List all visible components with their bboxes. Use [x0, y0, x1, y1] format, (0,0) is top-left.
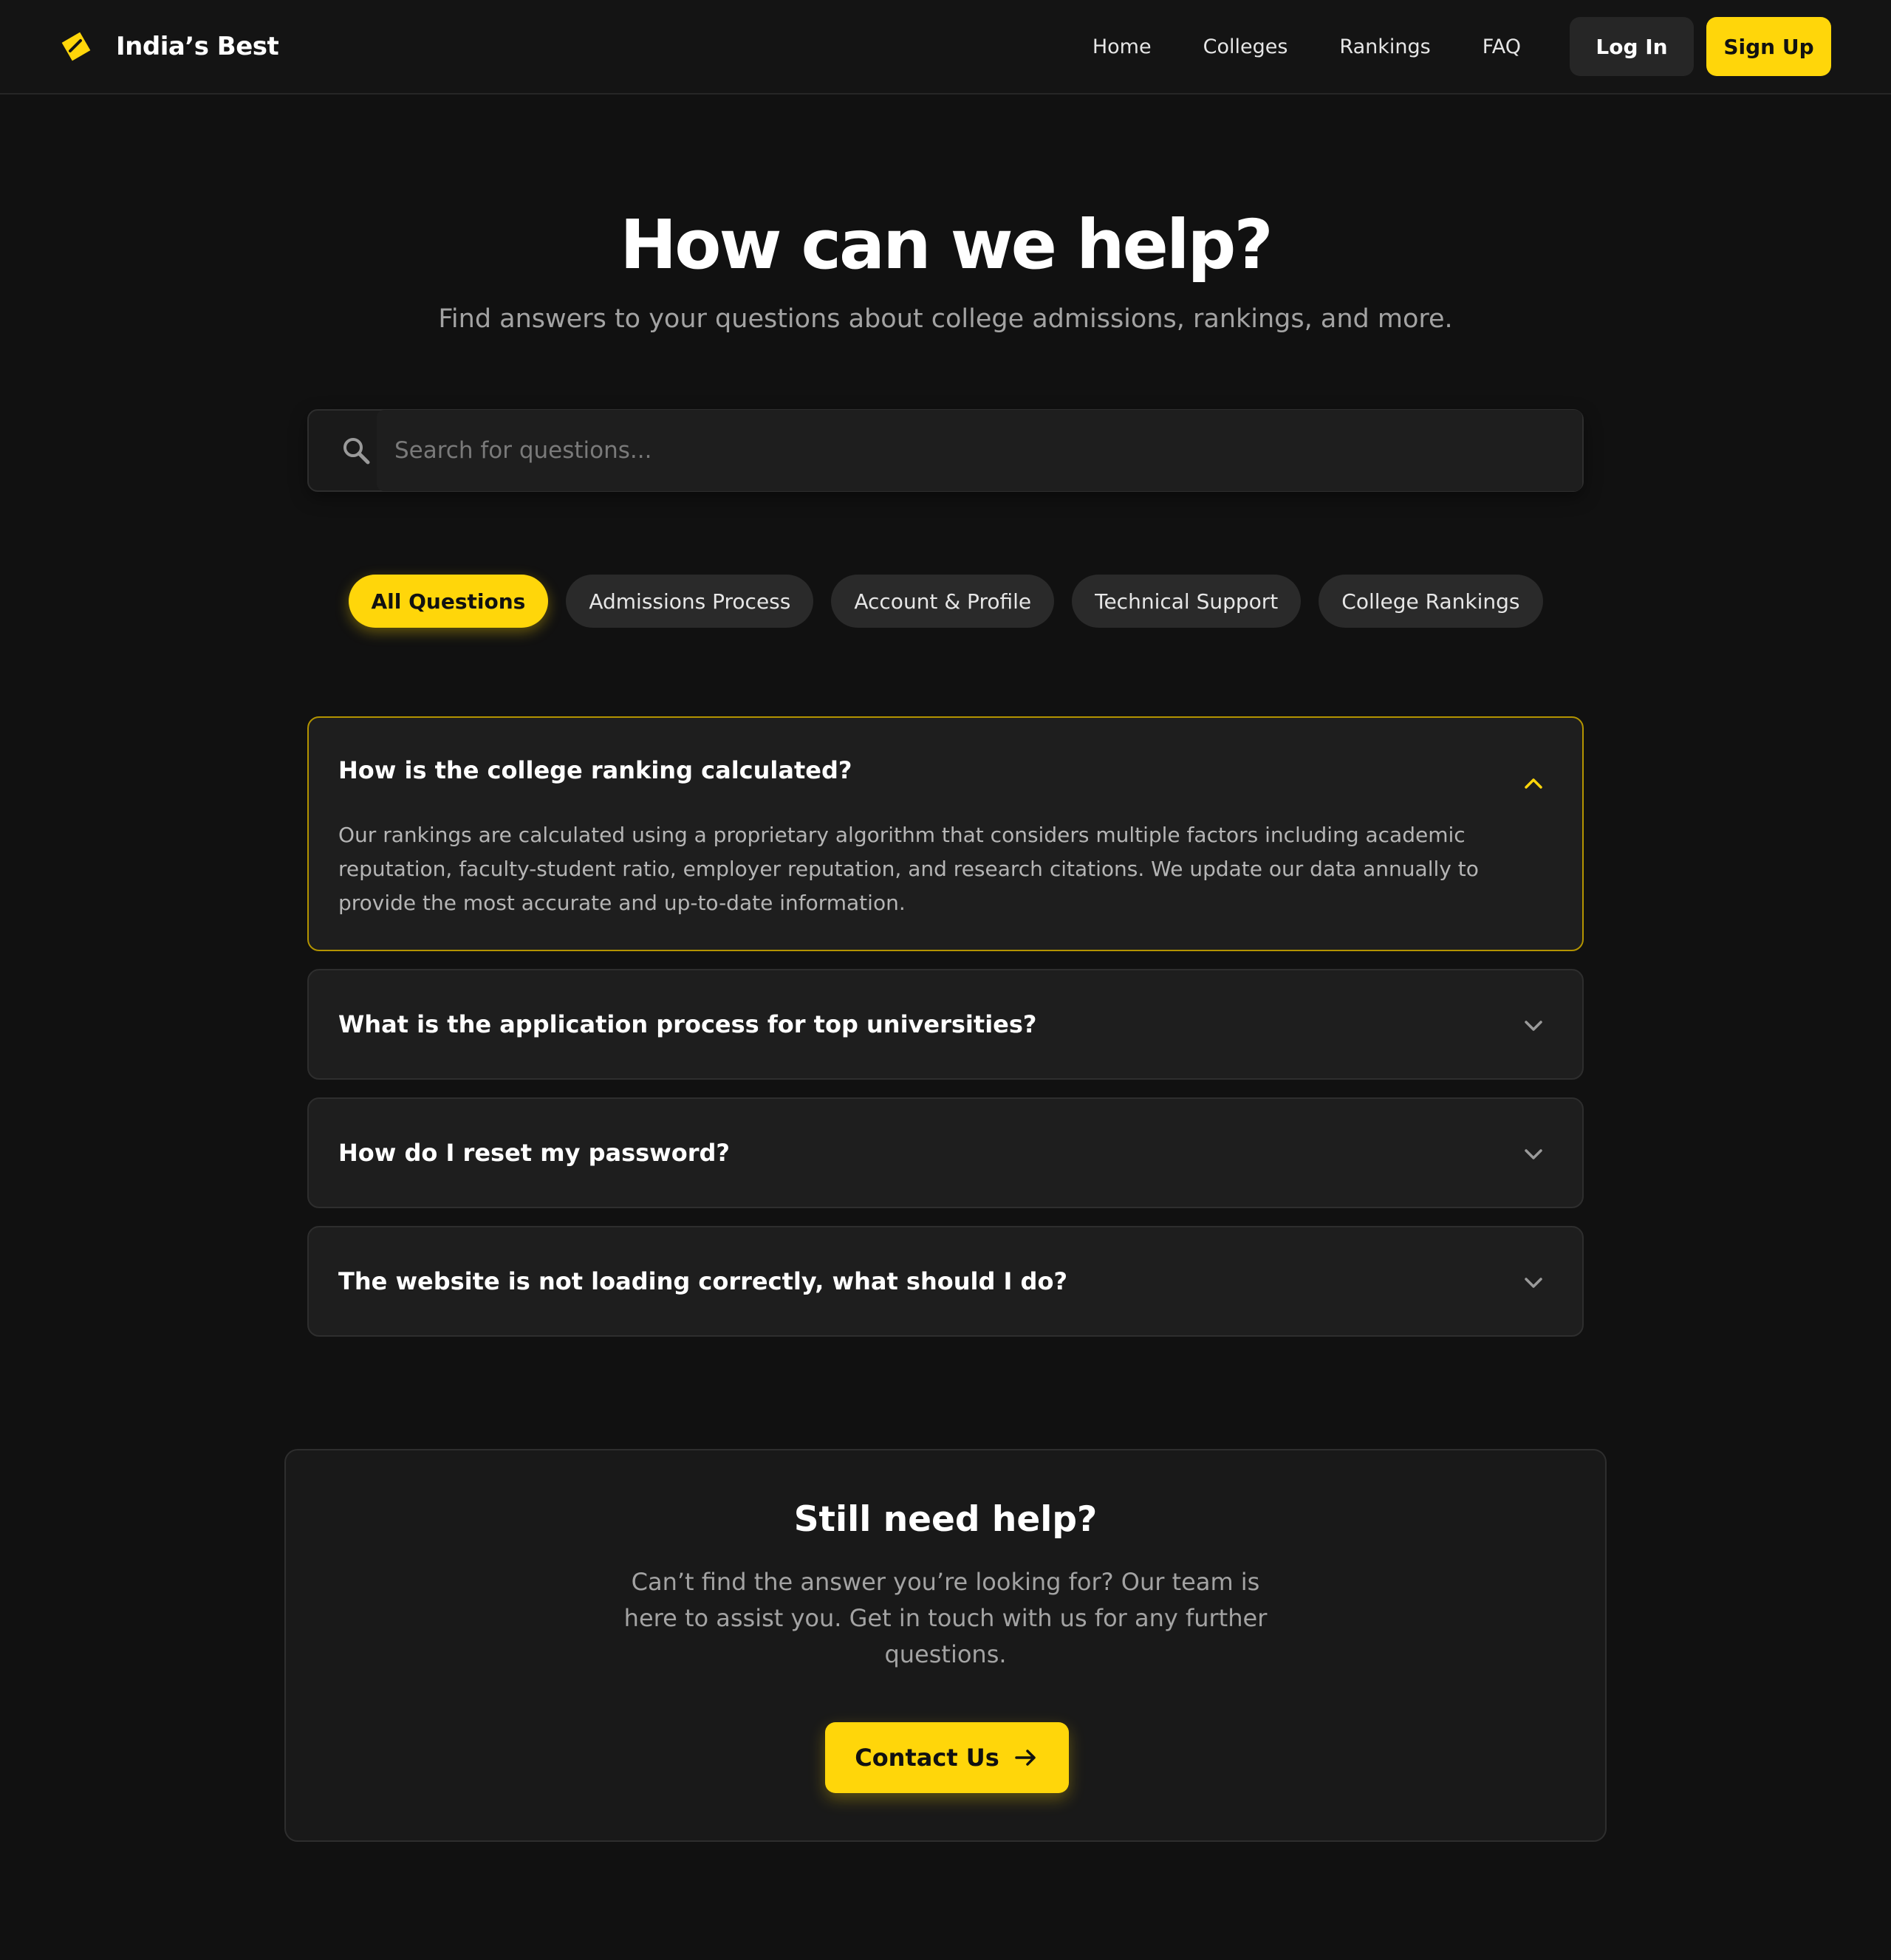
nav-home[interactable]: Home	[1092, 35, 1152, 58]
login-button[interactable]: Log In	[1570, 17, 1694, 76]
faq-list: How is the college ranking calculated? O…	[307, 716, 1584, 1354]
nav-faq[interactable]: FAQ	[1483, 35, 1521, 58]
faq-question[interactable]: What is the application process for top …	[309, 970, 1582, 1078]
faq-item-password[interactable]: How do I reset my password?	[307, 1097, 1584, 1208]
category-filters: All Questions Admissions Process Account…	[0, 575, 1891, 628]
top-navbar: India’s Best Home Colleges Rankings FAQ …	[0, 0, 1891, 95]
filter-account-profile[interactable]: Account & Profile	[831, 575, 1055, 628]
nav-colleges[interactable]: Colleges	[1203, 35, 1288, 58]
brand-name: India’s Best	[116, 32, 279, 61]
faq-question[interactable]: How do I reset my password?	[309, 1099, 1582, 1207]
contact-us-button[interactable]: Contact Us	[825, 1722, 1069, 1793]
faq-question[interactable]: How is the college ranking calculated?	[309, 718, 1582, 826]
page-title: How can we help?	[620, 205, 1273, 284]
filter-college-rankings[interactable]: College Rankings	[1319, 575, 1543, 628]
tag-logo-icon	[61, 32, 91, 61]
contact-us-label: Contact Us	[855, 1744, 999, 1772]
chevron-down-icon[interactable]	[1523, 1148, 1544, 1161]
signup-button[interactable]: Sign Up	[1706, 17, 1831, 76]
faq-item-website[interactable]: The website is not loading correctly, wh…	[307, 1226, 1584, 1337]
faq-item-application[interactable]: What is the application process for top …	[307, 969, 1584, 1080]
help-text: Can’t find the answer you’re looking for…	[623, 1568, 1268, 1668]
help-card: Still need help? Can’t find the answer y…	[284, 1449, 1607, 1842]
faq-item-ranking[interactable]: How is the college ranking calculated? O…	[307, 716, 1584, 951]
search-icon	[343, 438, 370, 465]
faq-answer: Our rankings are calculated using a prop…	[338, 823, 1479, 915]
chevron-down-icon[interactable]	[1523, 1019, 1544, 1032]
filter-all-questions[interactable]: All Questions	[348, 575, 549, 628]
filter-technical-support[interactable]: Technical Support	[1072, 575, 1302, 628]
brand[interactable]: India’s Best	[60, 30, 279, 63]
help-title: Still need help?	[793, 1499, 1098, 1540]
nav-rankings[interactable]: Rankings	[1339, 35, 1430, 58]
faq-question[interactable]: The website is not loading correctly, wh…	[309, 1227, 1582, 1335]
main-nav: Home Colleges Rankings FAQ Log In Sign U…	[1041, 17, 1831, 76]
filter-admissions-process[interactable]: Admissions Process	[566, 575, 814, 628]
arrow-right-icon	[1015, 1750, 1036, 1766]
chevron-down-icon[interactable]	[1523, 1276, 1544, 1289]
search-bar	[307, 409, 1584, 492]
search-input[interactable]	[377, 410, 1582, 491]
chevron-up-icon[interactable]	[1523, 777, 1544, 790]
page-subtitle: Find answers to your questions about col…	[438, 304, 1453, 334]
